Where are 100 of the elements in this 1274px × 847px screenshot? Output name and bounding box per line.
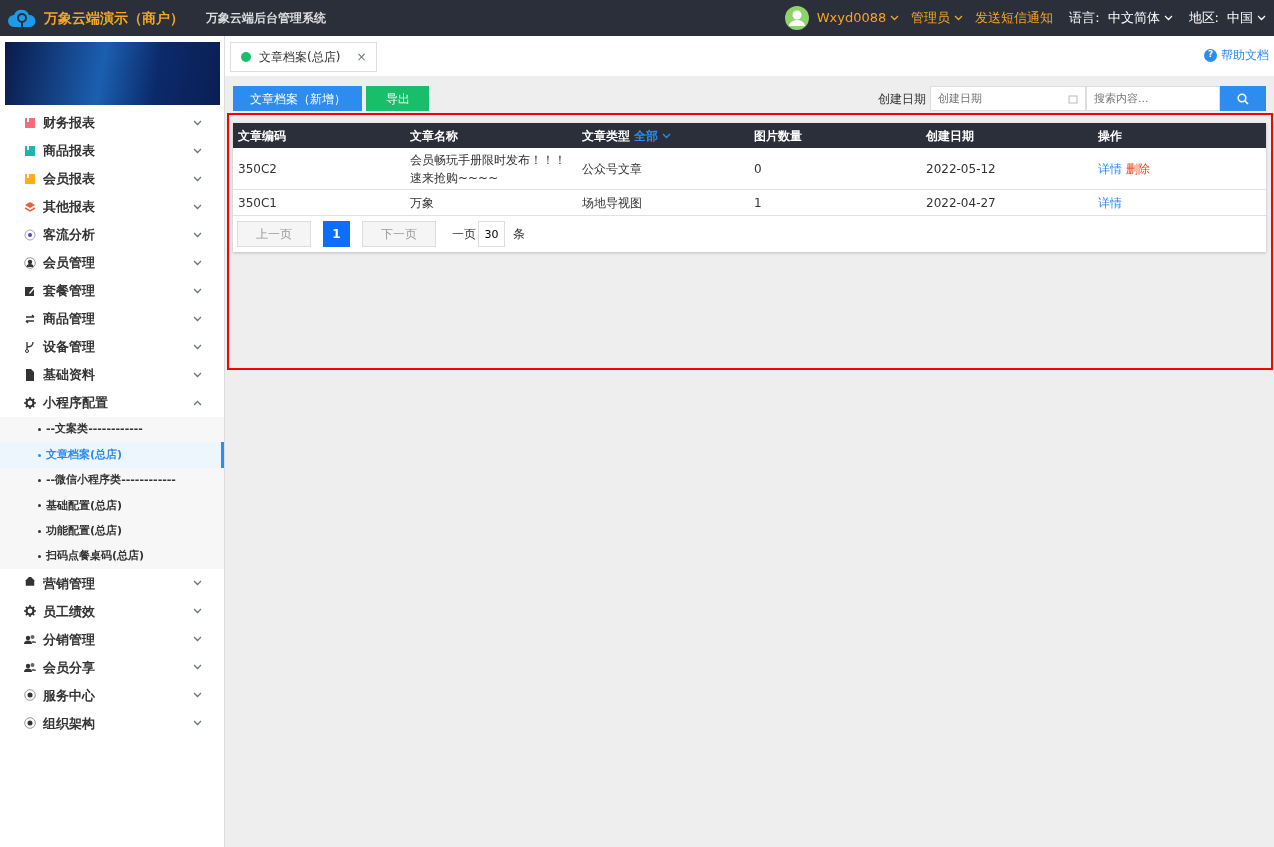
chevron-down-icon [1163, 15, 1173, 21]
chevron-down-icon [193, 148, 202, 154]
bullet-icon [38, 478, 41, 482]
bullet-icon [38, 453, 41, 457]
close-tab-button[interactable]: × [356, 48, 367, 66]
delete-link[interactable]: 删除 [1126, 159, 1150, 178]
chevron-down-icon [193, 204, 202, 210]
edit-icon [24, 285, 36, 297]
help-link[interactable]: ? 帮助文档 [1204, 46, 1269, 64]
per-page-field[interactable]: 30 [478, 221, 505, 247]
sidebar-item[interactable]: 其他报表 [0, 193, 224, 221]
sms-notice-link[interactable]: 发送短信通知 [975, 8, 1054, 28]
layers-icon [24, 201, 36, 213]
swap-arrows-icon [24, 313, 36, 325]
submenu-item[interactable]: --文案类------------ [0, 417, 224, 443]
chevron-down-icon [193, 316, 202, 322]
page-tab[interactable]: 文章档案(总店) × [230, 42, 378, 72]
system-subtitle: 万象云端后台管理系统 [206, 10, 326, 27]
people-icon [24, 661, 36, 674]
table-cell: 1 [754, 195, 762, 210]
bullet-icon [38, 555, 41, 559]
column-header: 文章类型 [582, 127, 630, 145]
chevron-down-icon [662, 132, 671, 139]
submenu-item[interactable]: 扫码点餐桌码(总店) [0, 543, 224, 570]
sidebar-item[interactable]: 套餐管理 [0, 277, 224, 305]
bullet-icon [38, 529, 41, 533]
detail-link[interactable]: 详情 [1098, 159, 1122, 178]
submenu-item[interactable]: --微信小程序类------------ [0, 467, 224, 494]
chevron-down-icon [193, 260, 202, 266]
chevron-down-icon [193, 344, 202, 350]
chevron-down-icon [193, 288, 202, 294]
page-number-button[interactable]: 1 [323, 221, 350, 247]
search-field[interactable]: 搜索内容... [1086, 86, 1220, 111]
chevron-down-icon [193, 692, 202, 699]
table-cell: 公众号文章 [582, 161, 642, 176]
submenu-item[interactable]: 功能配置(总店) [0, 518, 224, 544]
chevron-down-icon [890, 15, 900, 21]
table-cell: 2022-04-27 [926, 195, 996, 210]
file-icon [24, 369, 36, 381]
sidebar-item[interactable]: 员工绩效 [0, 597, 224, 626]
region-menu[interactable]: 中国 [1227, 8, 1266, 28]
column-header: 创建日期 [926, 127, 974, 145]
sidebar-item[interactable]: 客流分析 [0, 221, 224, 249]
user-menu[interactable]: Wxyd0088 [816, 8, 900, 28]
chevron-down-icon [193, 608, 202, 615]
book-icon [24, 117, 36, 129]
sidebar-item[interactable]: 基础资料 [0, 361, 224, 389]
column-header: 文章名称 [410, 127, 458, 145]
sidebar-item[interactable]: 商品报表 [0, 137, 224, 165]
sidebar-item[interactable]: 设备管理 [0, 333, 224, 361]
chevron-down-icon [193, 580, 202, 587]
status-dot-icon [241, 52, 251, 62]
chevron-down-icon [193, 720, 202, 727]
bullet-icon [38, 504, 41, 508]
sidebar-item[interactable]: 会员分享 [0, 653, 224, 682]
sidebar-item[interactable]: 小程序配置 [0, 389, 224, 417]
sidebar-item[interactable]: 会员管理 [0, 249, 224, 277]
table-cell: 会员畅玩手册限时发布！！！速来抢购~~~~ [410, 152, 566, 185]
sidebar-item[interactable]: 分销管理 [0, 625, 224, 654]
gear-icon [24, 605, 36, 618]
column-header: 图片数量 [754, 127, 802, 145]
table-cell: 场地导视图 [582, 195, 642, 210]
sidebar-item[interactable]: 商品管理 [0, 305, 224, 333]
role-menu[interactable]: 管理员 [911, 8, 964, 28]
submenu-item[interactable]: 基础配置(总店) [0, 493, 224, 519]
chevron-down-icon [193, 372, 202, 378]
bullet-icon [38, 428, 41, 432]
region-label: 地区: [1188, 9, 1219, 28]
sidebar-item[interactable]: 组织架构 [0, 709, 224, 738]
book-icon [24, 173, 36, 185]
date-label: 创建日期 [878, 90, 926, 108]
sidebar-item[interactable]: 会员报表 [0, 165, 224, 193]
column-header: 操作 [1098, 127, 1122, 145]
date-field[interactable]: 创建日期 [930, 86, 1086, 111]
per-page-unit: 条 [513, 226, 525, 243]
table-cell: 0 [754, 161, 762, 176]
branch-icon [24, 341, 36, 353]
chevron-down-icon [193, 176, 202, 182]
avatar-icon [784, 6, 809, 30]
table-cell: 350C1 [238, 195, 277, 210]
sidebar-item[interactable]: 财务报表 [0, 109, 224, 137]
chevron-down-icon [193, 664, 202, 671]
cloud-logo-icon [8, 8, 36, 28]
chevron-down-icon [193, 120, 202, 126]
search-icon [1237, 92, 1249, 105]
sidebar-item[interactable]: 服务中心 [0, 681, 224, 710]
sidebar-item[interactable]: 营销管理 [0, 569, 224, 598]
search-button[interactable] [1220, 86, 1266, 111]
help-icon: ? [1204, 48, 1217, 62]
per-page-label: 一页 [452, 226, 476, 243]
book-icon [24, 145, 36, 157]
radio-icon [24, 717, 36, 730]
chevron-down-icon [1257, 15, 1266, 21]
chevron-down-icon [954, 15, 964, 21]
chevron-down-icon [193, 232, 202, 238]
language-menu[interactable]: 中文简体 [1107, 8, 1173, 28]
type-filter-dropdown[interactable]: 全部 [634, 126, 671, 145]
target-icon [24, 229, 36, 241]
language-label: 语言: [1069, 9, 1100, 28]
detail-link[interactable]: 详情 [1098, 193, 1122, 212]
